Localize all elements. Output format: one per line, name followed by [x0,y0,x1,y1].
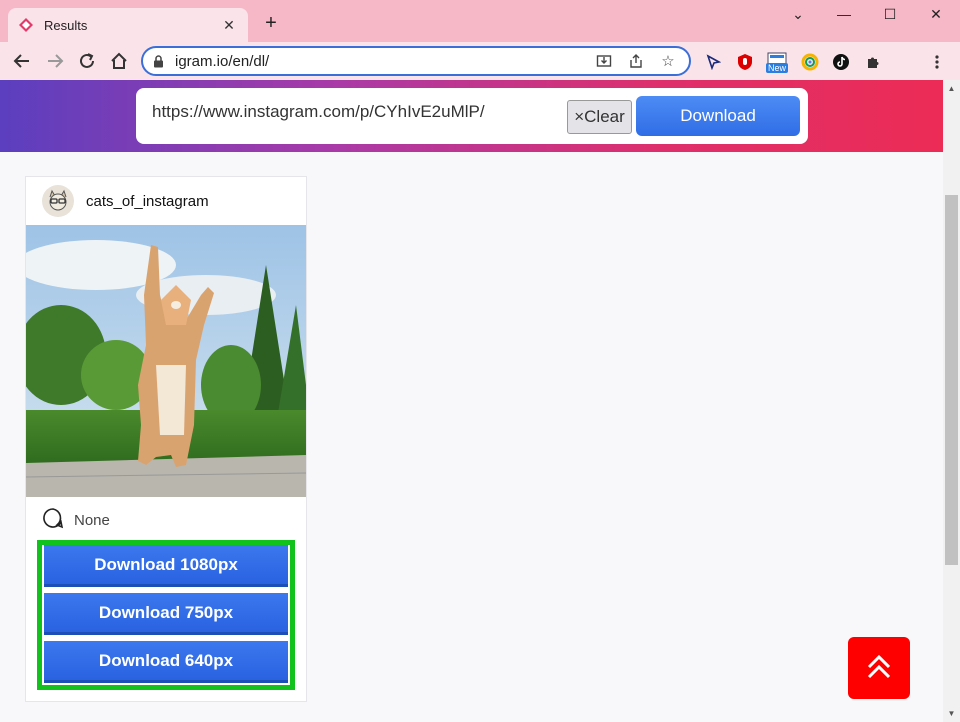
post-card: cats_of_instagram None Download 1080px D… [25,176,307,702]
close-icon: × [574,107,585,126]
scrollbar[interactable]: ▲ ▼ [943,80,960,722]
install-app-icon[interactable] [593,50,615,72]
scroll-to-top-button[interactable] [848,637,910,699]
puzzle-extensions-icon[interactable] [863,52,883,72]
tab-title: Results [44,17,88,33]
browser-toolbar: igram.io/en/dl/ ☆ New [0,42,960,80]
avatar[interactable] [42,185,74,217]
new-badge: New [766,63,789,73]
menu-kebab-icon[interactable] [927,52,947,72]
close-tab-icon[interactable]: ✕ [220,17,238,34]
back-arrow-icon[interactable] [11,50,33,72]
reload-icon[interactable] [76,50,98,72]
download-button[interactable]: Download [636,96,800,136]
post-header: cats_of_instagram [26,177,306,225]
forward-arrow-icon[interactable] [44,50,66,72]
caption-text: None [74,512,110,529]
download-1080px-button[interactable]: Download 1080px [44,545,288,587]
download-640px-button[interactable]: Download 640px [44,641,288,683]
igram-favicon-icon [18,17,34,33]
post-username[interactable]: cats_of_instagram [86,193,209,210]
share-icon[interactable] [625,50,647,72]
bookmark-star-icon[interactable]: ☆ [657,50,679,72]
tiktok-extension-icon[interactable] [831,52,851,72]
lock-icon[interactable] [153,54,167,68]
scroll-thumb[interactable] [945,195,958,565]
home-icon[interactable] [108,50,130,72]
download-options-box: Download 1080px Download 750px Download … [37,540,295,690]
scroll-down-arrow-icon[interactable]: ▼ [943,705,960,722]
url-input[interactable]: https://www.instagram.com/p/CYhIvE2uMlP/ [152,102,562,122]
scroll-up-arrow-icon[interactable]: ▲ [943,80,960,97]
double-chevron-up-icon [865,652,893,685]
chevron-down-icon[interactable]: ⌄ [786,6,810,23]
url-text[interactable]: igram.io/en/dl/ [175,53,583,70]
clear-button[interactable]: × Clear [567,100,632,134]
hero-banner: https://www.instagram.com/p/CYhIvE2uMlP/… [0,80,943,152]
close-window-icon[interactable]: ✕ [924,6,948,23]
ublock-extension-icon[interactable] [735,52,755,72]
cursor-extension-icon[interactable] [703,52,723,72]
clear-label: Clear [584,107,625,126]
search-card: https://www.instagram.com/p/CYhIvE2uMlP/… [136,88,808,144]
maximize-icon[interactable]: ☐ [878,6,902,23]
caption-row: None [42,507,110,534]
new-tab-icon[interactable]: + [260,13,282,33]
post-image [26,225,306,497]
tab-strip: Results ✕ + ⌄ — ☐ ✕ [0,0,960,42]
minimize-icon[interactable]: — [832,6,856,22]
new-badge-extension-icon[interactable]: New [766,52,790,73]
address-bar[interactable]: igram.io/en/dl/ ☆ [141,46,691,76]
comment-bubble-icon [42,507,64,534]
download-750px-button[interactable]: Download 750px [44,593,288,635]
color-extension-icon[interactable] [800,52,820,72]
page-content: https://www.instagram.com/p/CYhIvE2uMlP/… [0,80,943,722]
browser-tab[interactable]: Results ✕ [8,8,248,42]
